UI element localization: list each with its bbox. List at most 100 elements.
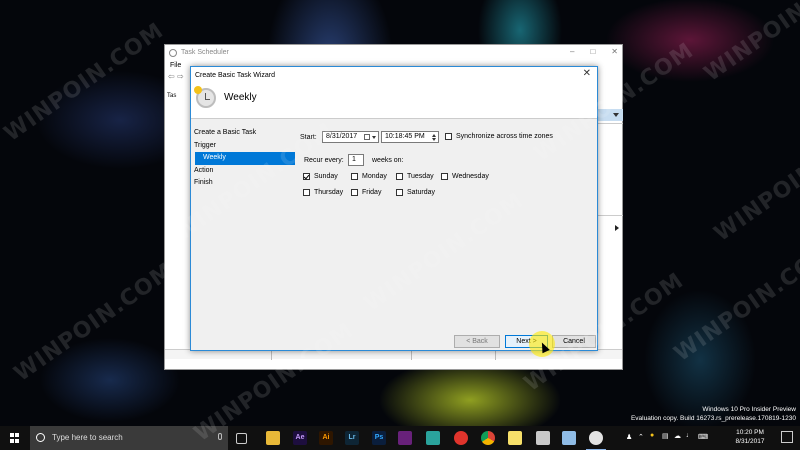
cloud-icon[interactable]: ☁	[674, 432, 681, 440]
step-create-basic-task[interactable]: Create a Basic Task	[193, 127, 295, 140]
taskbar-clock[interactable]: 10:20 PM 8/31/2017	[726, 428, 774, 446]
forward-arrow-icon[interactable]: ⇨	[177, 72, 184, 81]
clock-time: 10:20 PM	[736, 429, 764, 436]
task-scheduler-title: Task Scheduler	[181, 49, 229, 56]
notepad-icon[interactable]	[562, 431, 576, 445]
photoshop-icon[interactable]: Ps	[372, 431, 386, 445]
day-monday-checkbox[interactable]: Monday	[351, 173, 387, 180]
clock-icon	[169, 48, 177, 57]
wizard-title: Create Basic Task Wizard	[195, 71, 276, 79]
tree-item[interactable]: Tas	[167, 93, 191, 113]
day-label: Sunday	[314, 173, 338, 180]
greenshot-icon[interactable]	[426, 431, 440, 445]
menu-file[interactable]: File	[170, 62, 181, 69]
back-arrow-icon[interactable]: ⇦	[168, 72, 175, 81]
checkbox-box[interactable]	[441, 173, 448, 180]
start-time-value: 10:18:45 PM	[385, 133, 425, 140]
day-wednesday-checkbox[interactable]: Wednesday	[441, 173, 489, 180]
step-finish[interactable]: Finish	[193, 177, 295, 190]
speaker-icon[interactable]: ♩	[686, 432, 693, 439]
sync-time-zones-label: Synchronize across time zones	[456, 133, 553, 140]
page-title: Weekly	[224, 92, 257, 103]
create-basic-task-wizard: Create Basic Task Wizard ✕ Weekly Create…	[190, 66, 598, 351]
start-button[interactable]	[0, 426, 30, 450]
checkbox-box[interactable]	[396, 189, 403, 196]
step-trigger[interactable]: Trigger	[193, 140, 295, 153]
sticky-notes-icon[interactable]	[508, 431, 522, 445]
keyboard-icon[interactable]: ⌨	[698, 433, 708, 441]
step-action[interactable]: Action	[193, 165, 295, 178]
microphone-icon[interactable]	[218, 433, 222, 440]
close-icon[interactable]: ✕	[583, 68, 591, 79]
build-watermark: Windows 10 Pro Insider Preview Evaluatio…	[631, 405, 796, 423]
checkbox-box[interactable]	[396, 173, 403, 180]
file-explorer-icon[interactable]	[266, 431, 280, 445]
day-label: Wednesday	[452, 173, 489, 180]
day-label: Tuesday	[407, 173, 434, 180]
build-line-1: Windows 10 Pro Insider Preview	[702, 406, 796, 413]
lightroom-icon[interactable]: Lr	[345, 431, 359, 445]
build-line-2: Evaluation copy. Build 16273.rs_prerelea…	[630, 415, 796, 422]
day-friday-checkbox[interactable]: Friday	[351, 189, 381, 196]
task-scheduler-titlebar: Task Scheduler	[165, 45, 622, 60]
submenu-arrow-icon[interactable]	[615, 225, 619, 231]
task-scheduler-icon[interactable]	[586, 431, 606, 450]
opera-icon[interactable]	[454, 431, 468, 445]
back-button[interactable]: < Back	[454, 335, 500, 348]
task-view-icon[interactable]	[236, 433, 247, 444]
emoji-icon[interactable]: ●	[650, 432, 654, 439]
divider	[597, 215, 623, 216]
printer-icon[interactable]	[536, 431, 550, 445]
day-saturday-checkbox[interactable]: Saturday	[396, 189, 435, 196]
day-tuesday-checkbox[interactable]: Tuesday	[396, 173, 434, 180]
day-thursday-checkbox[interactable]: Thursday	[303, 189, 343, 196]
window-controls: – □ ✕	[570, 47, 618, 56]
after-effects-icon[interactable]: Ae	[293, 431, 307, 445]
chrome-icon[interactable]	[481, 431, 495, 445]
cancel-button[interactable]: Cancel	[552, 335, 596, 348]
people-icon[interactable]: ♟	[626, 433, 632, 441]
windows-logo-icon	[10, 433, 20, 443]
checkbox-box[interactable]	[351, 173, 358, 180]
recur-label: Recur every:	[304, 157, 344, 164]
weeks-on-label: weeks on:	[372, 157, 404, 164]
calendar-icon[interactable]	[364, 134, 370, 140]
spin-down-icon[interactable]	[432, 138, 436, 141]
recur-value: 1	[352, 156, 356, 163]
illustrator-icon[interactable]: Ai	[319, 431, 333, 445]
clock-date: 8/31/2017	[735, 438, 765, 445]
chevron-up-icon[interactable]: ⌃	[638, 433, 644, 441]
spin-up-icon[interactable]	[432, 134, 436, 137]
chevron-down-icon[interactable]	[372, 136, 376, 139]
close-icon[interactable]: ✕	[611, 47, 618, 56]
start-time-field[interactable]: 10:18:45 PM	[381, 131, 439, 143]
clock-icon	[194, 86, 216, 108]
minimize-icon[interactable]: –	[570, 47, 574, 56]
checkbox-box[interactable]	[303, 189, 310, 196]
day-label: Monday	[362, 173, 387, 180]
checkbox-box[interactable]	[351, 189, 358, 196]
visual-studio-icon[interactable]	[398, 431, 412, 445]
start-date-value: 8/31/2017	[326, 133, 358, 140]
start-date-picker[interactable]: 8/31/2017	[322, 131, 379, 143]
network-icon[interactable]: ▤	[662, 432, 669, 440]
checkbox-box[interactable]	[303, 173, 310, 180]
system-tray: ♟ ⌃ ● ▤ ☁ ♩ ⌨	[622, 426, 722, 450]
actions-header[interactable]	[597, 109, 623, 121]
step-weekly[interactable]: Weekly	[195, 152, 295, 165]
wizard-steps: Create a Basic Task Trigger Weekly Actio…	[193, 127, 295, 190]
action-center-icon[interactable]	[781, 431, 793, 443]
checkbox-box[interactable]	[445, 133, 452, 140]
sync-time-zones-checkbox[interactable]: Synchronize across time zones	[445, 133, 553, 140]
start-label: Start:	[300, 134, 317, 141]
recur-every-input[interactable]: 1	[348, 154, 364, 166]
cortana-icon	[36, 433, 45, 442]
day-sunday-checkbox[interactable]: Sunday	[303, 173, 338, 180]
search-placeholder: Type here to search	[52, 433, 123, 442]
maximize-icon[interactable]: □	[590, 47, 595, 56]
day-label: Thursday	[314, 189, 344, 196]
day-label: Saturday	[407, 189, 436, 196]
tree-item-label: Tas	[167, 93, 177, 99]
divider	[597, 123, 623, 124]
taskbar-search-box[interactable]: Type here to search	[30, 426, 228, 450]
